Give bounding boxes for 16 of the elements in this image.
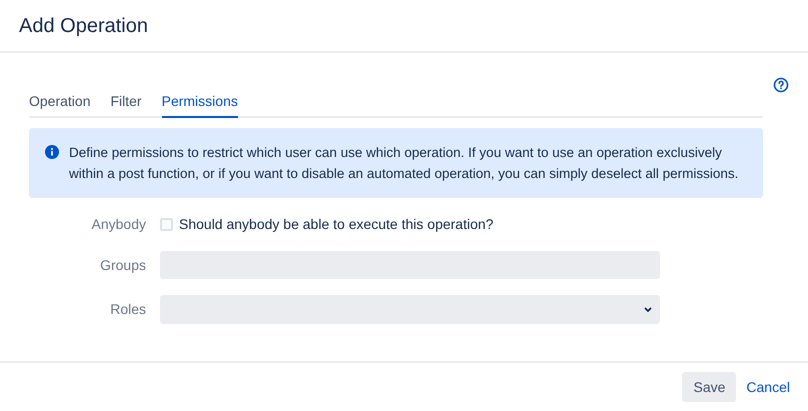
tab[interactable]: Permissions	[162, 91, 238, 118]
save-button[interactable]: Save	[682, 372, 736, 402]
help-icon[interactable]	[773, 77, 789, 93]
tab[interactable]: Operation	[29, 91, 90, 118]
info-icon	[45, 145, 59, 159]
field-label: Groups	[99, 256, 147, 275]
checkbox[interactable]	[160, 218, 173, 231]
roles-select[interactable]	[160, 295, 660, 324]
checkbox-label: Should anybody be able to execute this operation?	[179, 215, 494, 234]
cancel-link[interactable]: Cancel	[746, 376, 790, 398]
field-label: Anybody	[90, 215, 147, 234]
info-text: Define permissions to restrict which user can use which operation. If you want to use an operation exclusively within a post function, or if you want to disable an automated operation, you can simply deselect all permissions.	[69, 144, 740, 183]
tab[interactable]: Filter	[110, 91, 142, 118]
chevron-down-icon	[644, 306, 652, 312]
dialog-title: Add Operation	[19, 14, 148, 38]
field-label: Roles	[109, 300, 147, 319]
